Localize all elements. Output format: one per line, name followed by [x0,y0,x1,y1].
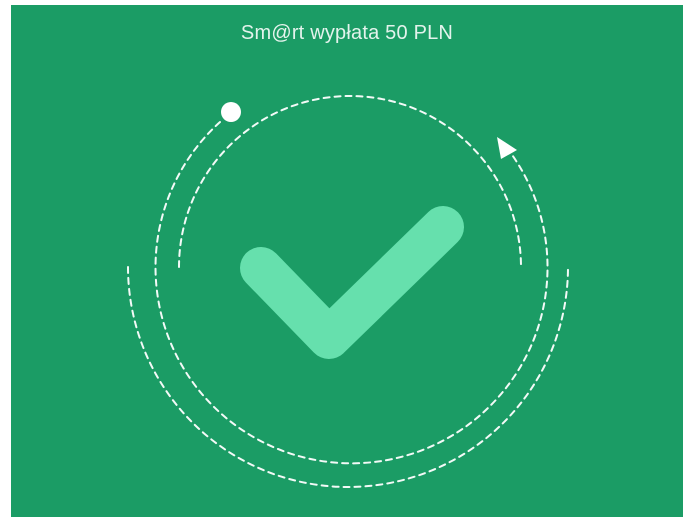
arrow-head-icon [497,137,517,159]
success-animation [127,95,569,488]
checkmark-icon [240,206,464,359]
success-screen: Sm@rt wypłata 50 PLN [11,5,683,517]
dot-icon [221,102,241,122]
